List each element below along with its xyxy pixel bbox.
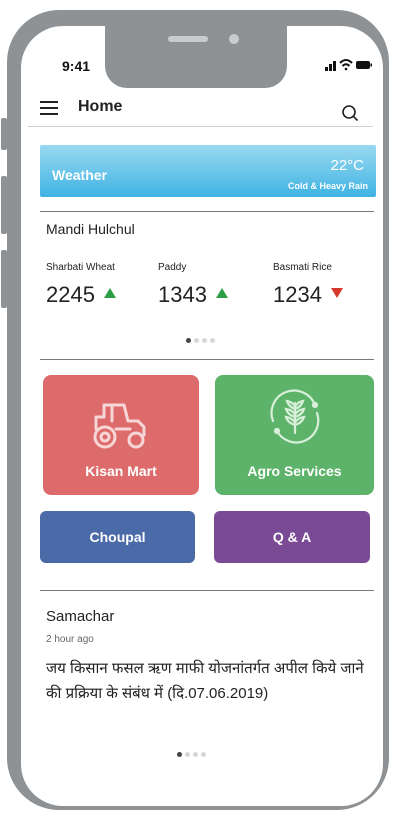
carousel-dot[interactable] xyxy=(202,338,207,343)
menu-icon[interactable] xyxy=(40,101,62,115)
mandi-carousel-dots[interactable] xyxy=(186,338,215,343)
crop-name: Paddy xyxy=(158,262,187,273)
carousel-dot[interactable] xyxy=(185,752,190,757)
crop-name: Sharbati Wheat xyxy=(46,262,115,273)
carousel-dot[interactable] xyxy=(177,752,182,757)
news-carousel-dots[interactable] xyxy=(177,752,206,757)
weather-card[interactable]: Weather 22°C Cold & Heavy Rain xyxy=(40,145,376,197)
trend-up-icon xyxy=(104,288,116,298)
leaf-icon xyxy=(270,389,320,444)
weather-temperature: 22°C xyxy=(330,157,364,174)
phone-side-button xyxy=(1,250,7,308)
crop-price: 1343 xyxy=(158,282,207,307)
status-icons xyxy=(325,59,372,71)
wifi-icon xyxy=(339,59,353,71)
carousel-dot[interactable] xyxy=(193,752,198,757)
weather-label: Weather xyxy=(52,167,107,183)
section-divider xyxy=(40,590,374,591)
header-divider xyxy=(28,126,373,127)
search-icon[interactable] xyxy=(340,100,362,122)
section-divider xyxy=(40,359,374,360)
tile-label: Agro Services xyxy=(247,463,342,479)
carousel-dot[interactable] xyxy=(201,752,206,757)
kisan-mart-tile[interactable]: Kisan Mart xyxy=(43,375,199,495)
page-title: Home xyxy=(78,98,123,115)
weather-description: Cold & Heavy Rain xyxy=(287,181,368,191)
trend-down-icon xyxy=(331,288,343,298)
trend-up-icon xyxy=(216,288,228,298)
news-title: Samachar xyxy=(46,608,115,625)
mandi-item[interactable]: Sharbati Wheat 2245 xyxy=(46,262,146,307)
carousel-dot[interactable] xyxy=(194,338,199,343)
tile-label: Kisan Mart xyxy=(85,463,157,479)
agro-services-tile[interactable]: Agro Services xyxy=(215,375,374,495)
mandi-item[interactable]: Paddy 1343 xyxy=(158,262,258,307)
section-divider xyxy=(40,211,374,212)
phone-side-button xyxy=(1,176,7,234)
qa-button[interactable]: Q & A xyxy=(214,511,370,563)
mandi-title: Mandi Hulchul xyxy=(46,221,135,237)
status-time: 9:41 xyxy=(62,58,91,74)
carousel-dot[interactable] xyxy=(186,338,191,343)
carousel-dot[interactable] xyxy=(210,338,215,343)
speaker-grille xyxy=(168,36,208,42)
crop-price: 1234 xyxy=(273,282,322,307)
crop-price: 2245 xyxy=(46,282,95,307)
crop-name: Basmati Rice xyxy=(273,262,332,273)
tractor-icon xyxy=(93,403,146,449)
phone-side-button xyxy=(1,118,7,150)
button-label: Choupal xyxy=(89,529,146,545)
signal-icon xyxy=(325,61,336,71)
camera-icon xyxy=(229,34,239,44)
news-timestamp: 2 hour ago xyxy=(46,634,94,645)
button-label: Q & A xyxy=(272,529,312,545)
choupal-button[interactable]: Choupal xyxy=(40,511,195,563)
battery-icon xyxy=(356,61,372,69)
mandi-item[interactable]: Basmati Rice 1234 xyxy=(273,262,368,307)
news-headline[interactable]: जय किसान फसल ऋण माफी योजनांतर्गत अपील कि… xyxy=(46,656,366,706)
